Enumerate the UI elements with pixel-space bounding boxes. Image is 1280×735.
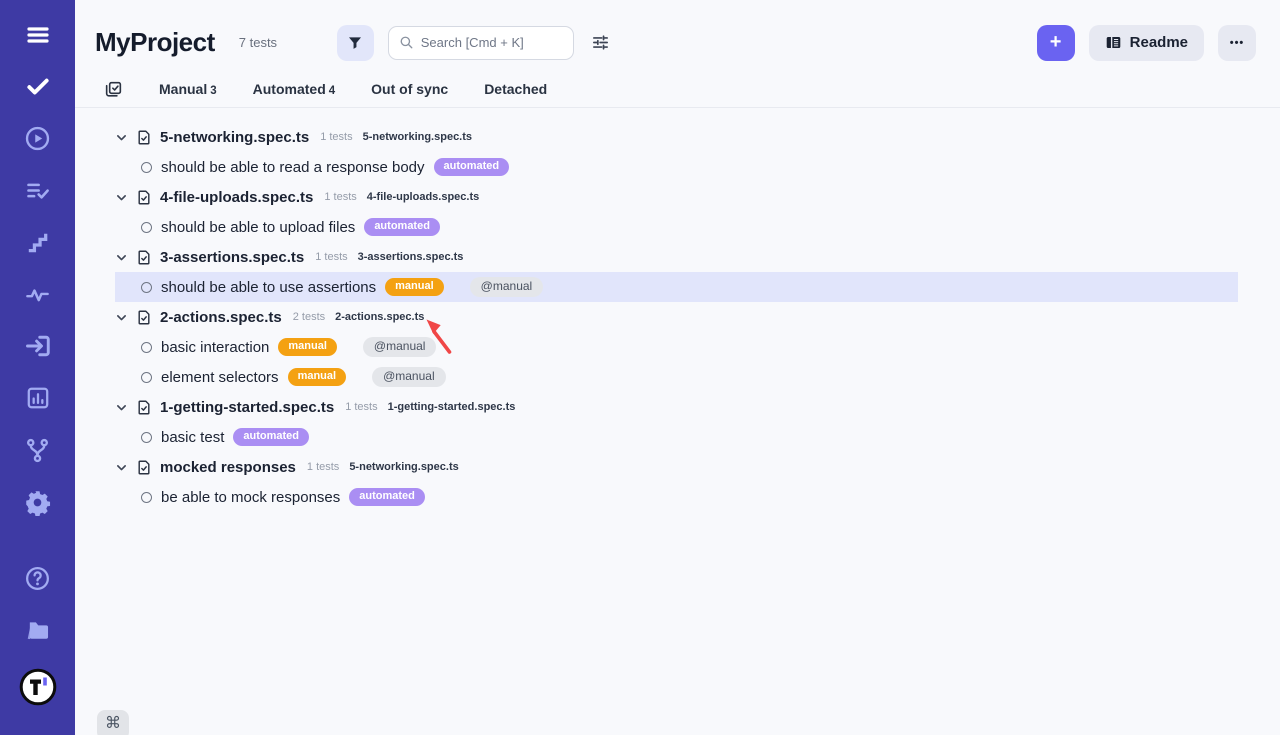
header: MyProject 7 tests + Readme ••• — [75, 0, 1280, 62]
file-row[interactable]: 2-actions.spec.ts 2 tests 2-actions.spec… — [115, 302, 1238, 332]
file-row[interactable]: mocked responses 1 tests 5-networking.sp… — [115, 452, 1238, 482]
readme-label: Readme — [1130, 34, 1188, 51]
chevron-down-icon[interactable] — [115, 131, 128, 144]
automated-badge: automated — [349, 488, 425, 506]
manual-badge: manual — [288, 368, 347, 386]
test-row[interactable]: be able to mock responses automated — [115, 482, 1238, 512]
main-panel: MyProject 7 tests + Readme ••• — [75, 0, 1280, 735]
command-icon: ⌘ — [105, 713, 121, 733]
menu-icon[interactable] — [23, 22, 53, 48]
search-box[interactable] — [388, 26, 574, 60]
file-row[interactable]: 1-getting-started.spec.ts 1 tests 1-gett… — [115, 392, 1238, 422]
more-button[interactable]: ••• — [1218, 25, 1256, 61]
tune-icon[interactable] — [591, 33, 610, 52]
tab-manual[interactable]: Manual3 — [159, 81, 217, 97]
file-check-icon — [136, 249, 152, 266]
help-icon[interactable] — [23, 564, 53, 592]
test-status-icon — [141, 222, 152, 233]
steps-icon[interactable] — [23, 228, 53, 256]
readme-button[interactable]: Readme — [1089, 25, 1204, 61]
filter-button[interactable] — [337, 25, 374, 61]
folder-icon[interactable] — [23, 616, 53, 644]
funnel-icon — [347, 35, 363, 51]
app-logo[interactable] — [19, 668, 57, 706]
tab-out-of-sync[interactable]: Out of sync — [371, 81, 448, 97]
test-status-icon — [141, 162, 152, 173]
add-button[interactable]: + — [1037, 25, 1075, 61]
page-title: MyProject — [95, 27, 215, 58]
tests-count: 7 tests — [239, 35, 299, 50]
test-row[interactable]: should be able to upload files automated — [115, 212, 1238, 242]
book-icon — [1105, 34, 1122, 51]
file-check-icon — [136, 399, 152, 416]
automated-badge: automated — [364, 218, 440, 236]
chevron-down-icon[interactable] — [115, 461, 128, 474]
tab-detached[interactable]: Detached — [484, 81, 547, 97]
enter-icon[interactable] — [23, 332, 53, 360]
tabs-row: Manual3 Automated4 Out of sync Detached — [75, 71, 1280, 108]
test-status-icon — [141, 432, 152, 443]
tag-pill: @manual — [470, 277, 544, 297]
select-all-icon[interactable] — [104, 80, 123, 99]
command-key-badge: ⌘ — [97, 710, 129, 735]
bar-chart-icon[interactable] — [23, 384, 53, 412]
tab-automated-count: 4 — [329, 85, 335, 97]
chevron-down-icon[interactable] — [115, 251, 128, 264]
test-row[interactable]: basic interaction manual @manual — [115, 332, 1238, 362]
chevron-down-icon[interactable] — [115, 191, 128, 204]
gear-icon[interactable] — [23, 488, 53, 516]
test-row[interactable]: basic test automated — [115, 422, 1238, 452]
search-icon — [399, 35, 414, 50]
check-icon[interactable] — [23, 72, 53, 100]
test-status-icon — [141, 342, 152, 353]
activity-icon[interactable] — [23, 280, 53, 308]
test-row[interactable]: element selectors manual @manual — [115, 362, 1238, 392]
test-row[interactable]: should be able to read a response body a… — [115, 152, 1238, 182]
file-check-icon — [136, 129, 152, 146]
test-status-icon — [141, 492, 152, 503]
play-circle-icon[interactable] — [23, 124, 53, 152]
search-input[interactable] — [421, 35, 563, 50]
sidebar — [0, 0, 75, 735]
test-row-selected[interactable]: should be able to use assertions manual … — [115, 272, 1238, 302]
tab-manual-count: 3 — [210, 85, 216, 97]
test-tree: 5-networking.spec.ts 1 tests 5-networkin… — [75, 108, 1280, 512]
test-status-icon — [141, 372, 152, 383]
git-branch-icon[interactable] — [23, 436, 53, 464]
manual-badge: manual — [278, 338, 337, 356]
automated-badge: automated — [434, 158, 510, 176]
file-row[interactable]: 4-file-uploads.spec.ts 1 tests 4-file-up… — [115, 182, 1238, 212]
chevron-down-icon[interactable] — [115, 401, 128, 414]
automated-badge: automated — [233, 428, 309, 446]
file-check-icon — [136, 459, 152, 476]
file-row[interactable]: 3-assertions.spec.ts 1 tests 3-assertion… — [115, 242, 1238, 272]
checklist-icon[interactable] — [23, 176, 53, 204]
tab-automated[interactable]: Automated4 — [253, 81, 336, 97]
file-check-icon — [136, 189, 152, 206]
test-status-icon — [141, 282, 152, 293]
ellipsis-icon: ••• — [1230, 37, 1245, 49]
file-row[interactable]: 5-networking.spec.ts 1 tests 5-networkin… — [115, 122, 1238, 152]
chevron-down-icon[interactable] — [115, 311, 128, 324]
tag-pill: @manual — [372, 367, 446, 387]
file-check-icon — [136, 309, 152, 326]
tag-pill: @manual — [363, 337, 437, 357]
manual-badge: manual — [385, 278, 444, 296]
plus-icon: + — [1050, 31, 1062, 54]
